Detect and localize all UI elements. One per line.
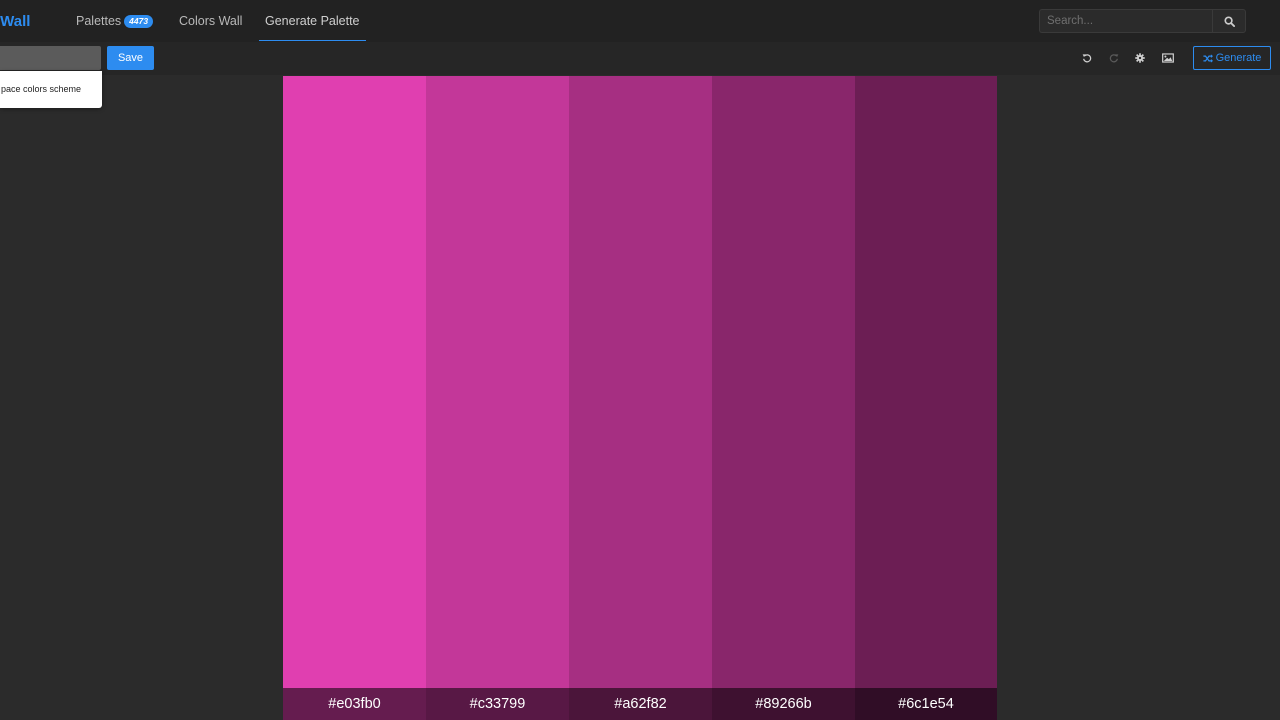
nav-colors-wall[interactable]: Colors Wall [179, 0, 242, 42]
undo-button[interactable] [1080, 51, 1094, 65]
redo-button[interactable] [1107, 51, 1121, 65]
swatch-hex-label[interactable]: #a62f82 [569, 688, 712, 720]
settings-button[interactable] [1133, 51, 1147, 65]
search-button[interactable] [1212, 9, 1246, 33]
search-icon [1223, 15, 1235, 27]
swatch-hex-label[interactable]: #89266b [712, 688, 855, 720]
generate-button-label: Generate [1215, 52, 1262, 64]
redo-icon [1109, 54, 1119, 63]
nav-palettes[interactable]: Palettes 4473 [76, 0, 154, 42]
palette-preview: #e03fb0 #c33799 #a62f82 #89266b #6c1e54 [283, 76, 997, 720]
palette-name-input[interactable] [0, 46, 101, 70]
undo-icon [1082, 54, 1092, 63]
shuffle-icon [1202, 53, 1213, 63]
swatch-hex-label[interactable]: #c33799 [426, 688, 569, 720]
color-swatch[interactable]: #e03fb0 [283, 76, 426, 720]
settings-icon [1135, 53, 1145, 63]
save-button[interactable]: Save [107, 46, 154, 70]
nav-generate-palette[interactable]: Generate Palette [259, 0, 366, 42]
nav-palettes-label: Palettes [76, 14, 122, 28]
color-swatch[interactable]: #6c1e54 [855, 76, 997, 720]
brand-logo[interactable]: rsWall [0, 13, 30, 30]
palettes-count-badge: 4473 [124, 15, 154, 28]
name-suggestion-dropdown[interactable]: pace colors scheme [0, 71, 102, 108]
color-swatch[interactable]: #c33799 [426, 76, 569, 720]
suggestion-item[interactable]: pace colors scheme [1, 84, 81, 94]
color-swatch[interactable]: #a62f82 [569, 76, 712, 720]
top-navbar: rsWall Palettes4473 Colors Wall Generate… [0, 0, 1280, 42]
swatch-hex-label[interactable]: #6c1e54 [855, 688, 997, 720]
image-icon [1162, 53, 1174, 63]
palette-toolbar: Save Generate [0, 42, 1280, 75]
export-image-button[interactable] [1161, 51, 1175, 65]
search-input[interactable] [1039, 9, 1212, 33]
color-swatch[interactable]: #89266b [712, 76, 855, 720]
generate-button[interactable]: Generate [1193, 46, 1271, 70]
swatch-hex-label[interactable]: #e03fb0 [283, 688, 426, 720]
